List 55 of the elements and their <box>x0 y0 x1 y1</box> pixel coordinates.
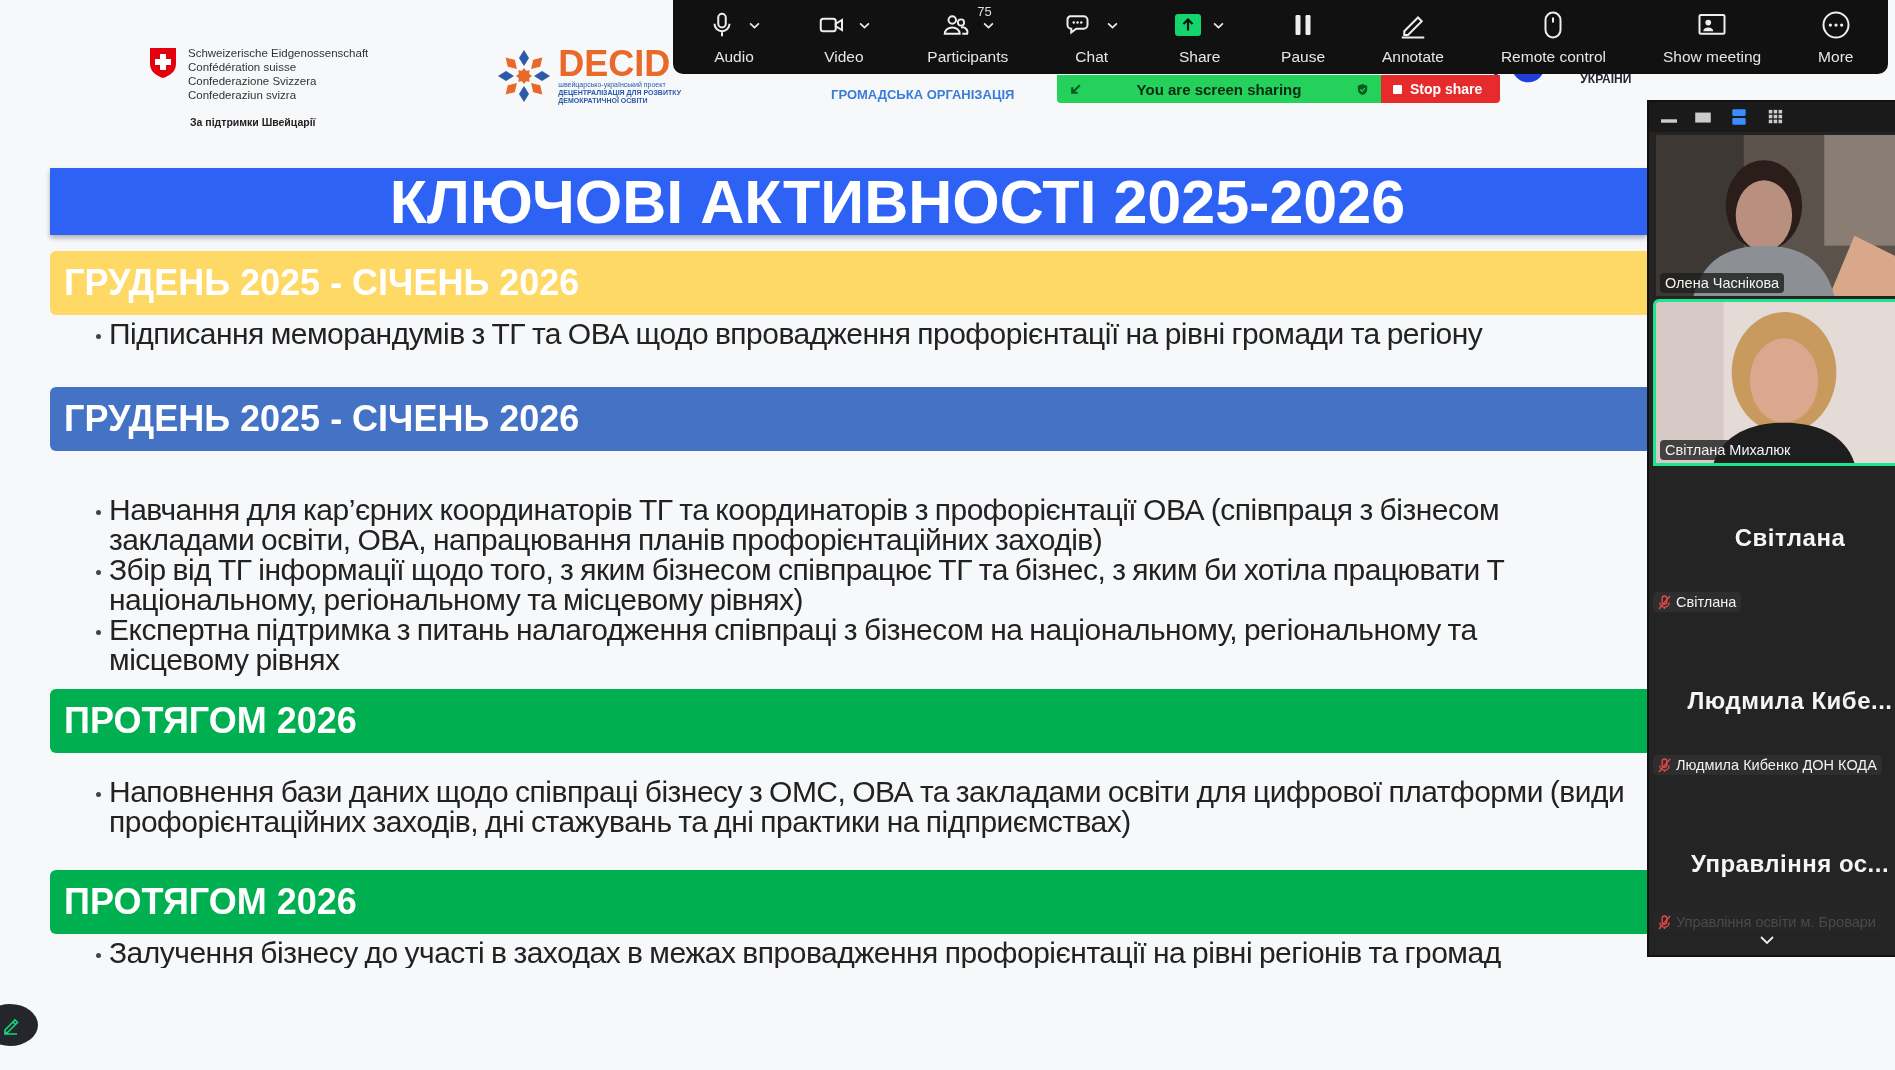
bullet-dot <box>96 630 101 635</box>
toolbar-button[interactable]: Remote control <box>1496 6 1610 68</box>
toolbar-button[interactable]: Pause <box>1277 6 1329 68</box>
slide-title: КЛЮЧОВІ АКТИВНОСТІ 2025-2026 <box>50 168 1647 235</box>
toolbar-button[interactable]: Audio <box>703 6 765 68</box>
bullet-text: Навчання для кар’єрних координаторів ТГ та координаторів з профорієнтації ОВА (співпраця з бізнесом закладами освіти, ОВА, напрацювання планів профорієнтаційних заходів) <box>109 495 1500 555</box>
arrow-icon <box>1069 82 1082 96</box>
logo-text: Confédération suisse <box>188 60 298 74</box>
toolbar-button[interactable]: Video <box>813 6 875 68</box>
participant-display-name: Управління ос... <box>1689 850 1891 878</box>
logo-text: Confederazione Svizzera <box>188 74 318 88</box>
toolbar-button[interactable]: 75 Participants <box>923 6 1013 68</box>
minimize-icon <box>1661 119 1677 123</box>
toolbar-button[interactable]: More <box>1814 6 1858 68</box>
bullet-dot <box>96 334 101 339</box>
toolbar-button[interactable]: Chat <box>1061 6 1123 68</box>
toolbar-button[interactable]: Show meeting <box>1658 6 1766 68</box>
shield-icon <box>1356 82 1369 96</box>
caret-icon <box>1107 21 1119 29</box>
logo-text: Confederaziun svizra <box>188 88 298 102</box>
section-heading: ГРУДЕНЬ 2025 - СІЧЕНЬ 2026 <box>50 251 1647 315</box>
section-heading: ГРУДЕНЬ 2025 - СІЧЕНЬ 2026 <box>50 387 1647 451</box>
bullet-dot <box>96 953 101 958</box>
participant-count: 75 <box>977 4 992 19</box>
section-heading: ПРОТЯГОМ 2026 <box>50 689 1647 753</box>
status-text: You are screen sharing <box>1136 80 1302 98</box>
toolbar-button[interactable]: Annotate <box>1377 6 1448 68</box>
bullet-dot <box>96 570 101 575</box>
caret-icon <box>983 21 995 29</box>
swiss-shield-icon <box>148 46 178 80</box>
logo-name: DECID <box>558 47 672 81</box>
bullet-text: Наповнення бази даних щодо співпраці бізнесу з ОМС, ОВА та закладами освіти для цифрової платформи (види профорієнтаційних заходів, дні стажувань та дні практики на підприємствах) <box>109 777 1625 837</box>
caret-icon <box>749 21 761 29</box>
caret-icon <box>859 21 871 29</box>
chevron-down-icon[interactable] <box>1759 935 1775 945</box>
bullet-text: Збір від ТГ інформації щодо того, з яким бізнесом співпрацює ТГ та бізнес, з яким би хотіла працювати Т національному, регіональному та місцевому рівнях) <box>109 555 1505 615</box>
section-heading: ПРОТЯГОМ 2026 <box>50 870 1647 934</box>
participant-display-name: Людмила Кибе... <box>1686 687 1894 715</box>
bullet-dot <box>96 510 101 515</box>
logo-text: ГРОМАДСЬКА ОРГАНІЗАЦІЯ <box>831 87 1015 102</box>
speaker-view-icon <box>1729 109 1749 125</box>
bullet-text: Експертна підтримка з питань налагодження співпраці з бізнесом на національному, регіональному та місцевому рівнях <box>109 615 1477 675</box>
bullet-dot <box>96 792 101 797</box>
participant-name: Олена Часнікова <box>1660 273 1785 293</box>
bullet-text: Підписання меморандумів з ТГ та ОВА щодо впровадження профорієнтації на рівні громади та регіону <box>109 319 1483 349</box>
participant-display-name: Світлана <box>1733 524 1847 552</box>
logo-text: УКРАЇНИ <box>1580 72 1632 86</box>
logo-caption: За підтримки Швейцарії <box>190 116 317 128</box>
participant-name: Світлана <box>1653 592 1742 612</box>
toolbar-button[interactable]: Share <box>1171 6 1229 68</box>
more-icon <box>1820 10 1851 40</box>
stop-share-button[interactable]: Stop share <box>1381 75 1501 103</box>
caret-icon <box>1213 21 1225 29</box>
logo-text: Schweizerische Eidgenossenschaft <box>188 46 369 60</box>
participant-name: Людмила Кибенко ДОН КОДА <box>1653 755 1882 775</box>
